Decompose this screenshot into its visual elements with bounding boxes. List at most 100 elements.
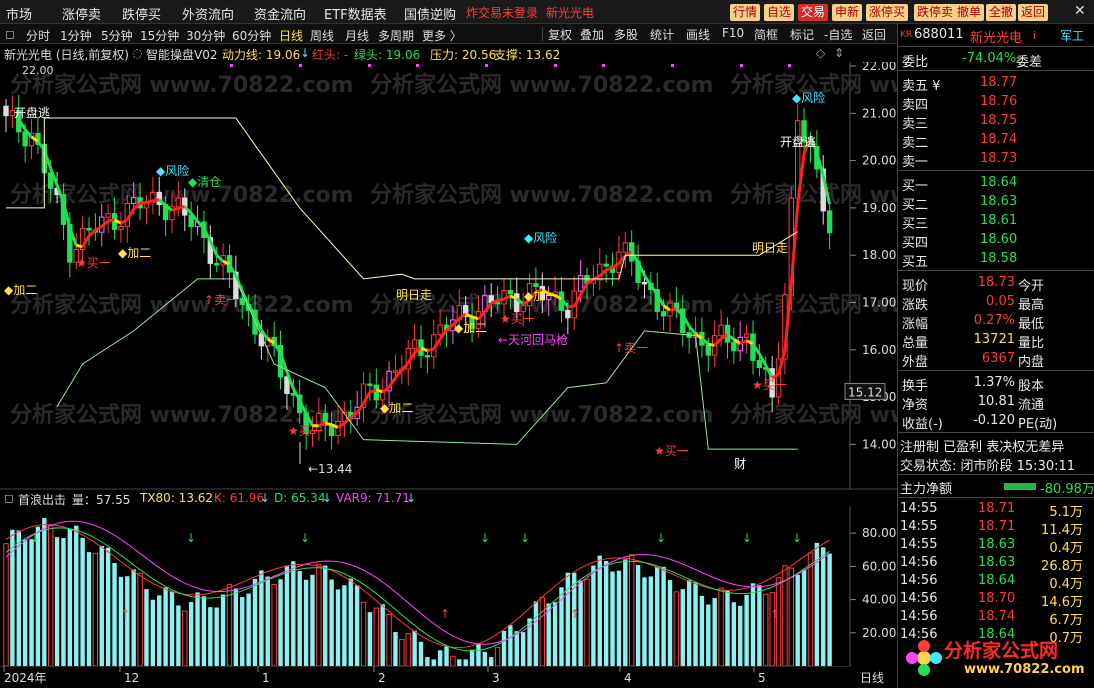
volume-bar	[86, 552, 92, 666]
stat-label: 内盘	[1018, 355, 1045, 370]
btn-watchlist[interactable]: 自选	[764, 4, 795, 21]
volume-bar	[393, 632, 398, 666]
tool-statistics[interactable]: 统计	[650, 26, 674, 43]
tool-multi-stock[interactable]: 多股	[614, 26, 638, 43]
tool-adjust[interactable]: 复权	[548, 26, 572, 43]
toolbar-box-icon[interactable]: ◻	[5, 27, 15, 41]
ask-price[interactable]: 18.73	[980, 151, 1017, 166]
arrow-down-icon: ↓	[300, 46, 311, 60]
volume-bar	[265, 576, 270, 666]
tool-f10[interactable]: F10	[722, 26, 744, 40]
sub-box-icon[interactable]: ◻	[4, 491, 14, 505]
volume-bar	[795, 574, 800, 666]
ask-row: 卖四 18.76	[898, 93, 1094, 113]
volume-bar	[310, 574, 315, 666]
btn-trade[interactable]: 交易	[798, 4, 829, 21]
stock-link[interactable]: 新光光电	[546, 4, 594, 21]
volume-bar	[801, 569, 807, 666]
stat-value: -0.120	[973, 413, 1015, 428]
power-line-segment	[669, 307, 677, 312]
power-line-segment	[107, 218, 115, 223]
tool-return[interactable]: 返回	[862, 26, 886, 43]
ask-price[interactable]: 18.77	[980, 75, 1017, 90]
period-15min[interactable]: 15分钟	[140, 27, 179, 44]
menu-limit-up-sell[interactable]: 涨停卖	[62, 4, 101, 23]
period-5min[interactable]: 5分钟	[101, 27, 133, 44]
period-more[interactable]: 更多 〉	[422, 27, 462, 44]
bid-price[interactable]: 18.63	[980, 194, 1017, 209]
stat-label: 量比	[1018, 336, 1045, 351]
close-icon[interactable]: ✕	[1074, 3, 1086, 19]
candle-body	[577, 275, 584, 292]
period-1min[interactable]: 1分钟	[60, 27, 92, 44]
ask-price[interactable]: 18.74	[980, 132, 1017, 147]
ask-price[interactable]: 18.75	[980, 113, 1017, 128]
candle-body	[533, 283, 539, 287]
chart-annotation: ◆加二	[118, 246, 151, 260]
period-30min[interactable]: 30分钟	[186, 27, 225, 44]
period-monthly[interactable]: 月线	[345, 27, 369, 44]
bid-price[interactable]: 18.61	[980, 213, 1017, 228]
menu-foreign-flow[interactable]: 外资流向	[182, 4, 234, 23]
menu-fund-flow[interactable]: 资金流向	[254, 4, 306, 23]
sector-tag[interactable]: 军工	[1060, 27, 1084, 44]
tool-simple-frame[interactable]: 简框	[754, 26, 778, 43]
signal-arrow: ↓	[520, 531, 530, 545]
btn-limit-up-buy[interactable]: 涨停买	[866, 4, 909, 21]
tool-draw[interactable]: 画线	[686, 26, 710, 43]
tick-price: 18.70	[978, 591, 1016, 606]
time-axis: 2024年 12 1 2 3 4 5 日线	[0, 666, 897, 688]
chart-annotation: 开盘逃	[14, 105, 50, 120]
volume-bar	[67, 528, 73, 666]
tick-time: 14:56	[900, 555, 938, 570]
stat-row: 现价 18.73 今开	[898, 274, 1094, 294]
volume-bar	[35, 526, 41, 666]
stat-label: 涨跌	[902, 298, 929, 313]
stock-code[interactable]: 688011	[914, 27, 964, 42]
period-multi[interactable]: 多周期	[378, 27, 414, 44]
tool-remove-watchlist[interactable]: -自选	[824, 26, 852, 43]
login-alert[interactable]: 炸交易未登录	[466, 4, 538, 21]
btn-quotes[interactable]: 行情	[730, 4, 761, 21]
period-daily[interactable]: 日线	[279, 27, 303, 44]
chart-annotation: ★买一	[654, 444, 689, 458]
btn-cancel-all[interactable]: 全撤	[986, 4, 1017, 21]
bid-price[interactable]: 18.64	[980, 175, 1017, 190]
volume-bar	[476, 644, 481, 666]
indicator-name[interactable]: 智能操盘V02	[146, 46, 217, 63]
volume-bar	[635, 565, 641, 666]
btn-cancel-order[interactable]: 撤单	[954, 4, 985, 21]
period-weekly[interactable]: 周线	[310, 27, 334, 44]
volume-bar	[578, 580, 583, 666]
signal-arrow: ↑	[770, 607, 780, 621]
stock-name[interactable]: 新光光电	[970, 27, 1022, 46]
menu-market[interactable]: 市场	[6, 4, 32, 23]
volume-oscillator-chart[interactable]: 80.00 60.00 40.00 20.00 ↓ ↑ ↓ ↓ ↑ ↓ ↓ ↑ ↓ ↓ ↑ ↓	[0, 506, 897, 666]
candlestick-chart[interactable]: 分析家公式网 www.70822.com 分析家公式网 www.70822.com…	[0, 62, 897, 490]
volume-bar	[610, 571, 615, 666]
btn-back[interactable]: 返回	[1018, 4, 1049, 21]
tool-overlay[interactable]: 叠加	[580, 26, 604, 43]
bid-price[interactable]: 18.58	[980, 251, 1017, 266]
top-menu-bar: 市场 涨停卖 跌停买 外资流向 资金流向 ETF数据表 国债逆购 炸交易未登录 …	[0, 0, 1094, 24]
period-60min[interactable]: 60分钟	[232, 27, 271, 44]
diamond-icon[interactable]: ◇	[816, 46, 825, 60]
settings-icon[interactable]: ◌	[132, 46, 142, 60]
btn-ipo[interactable]: 申新	[832, 4, 863, 21]
tick-time: 14:55	[900, 519, 938, 534]
bid-price[interactable]: 18.60	[980, 232, 1017, 247]
tool-mark[interactable]: 标记	[790, 26, 814, 43]
period-intraday[interactable]: 分时	[26, 27, 50, 44]
ask-price[interactable]: 18.76	[980, 94, 1017, 109]
menu-repo[interactable]: 国债逆购	[404, 4, 456, 23]
candle-body	[239, 298, 245, 305]
volume-bar	[259, 570, 264, 666]
btn-limit-down-sell[interactable]: 跌停卖	[914, 4, 957, 21]
menu-limit-down-buy[interactable]: 跌停买	[122, 4, 161, 23]
info-icon[interactable]: i	[1033, 29, 1036, 42]
menu-etf-data[interactable]: ETF数据表	[324, 4, 387, 23]
volume-bar	[157, 595, 162, 666]
stat-value: 18.73	[977, 275, 1015, 290]
candle-body	[130, 197, 137, 204]
collapse-icon[interactable]: ⇕	[834, 46, 844, 60]
